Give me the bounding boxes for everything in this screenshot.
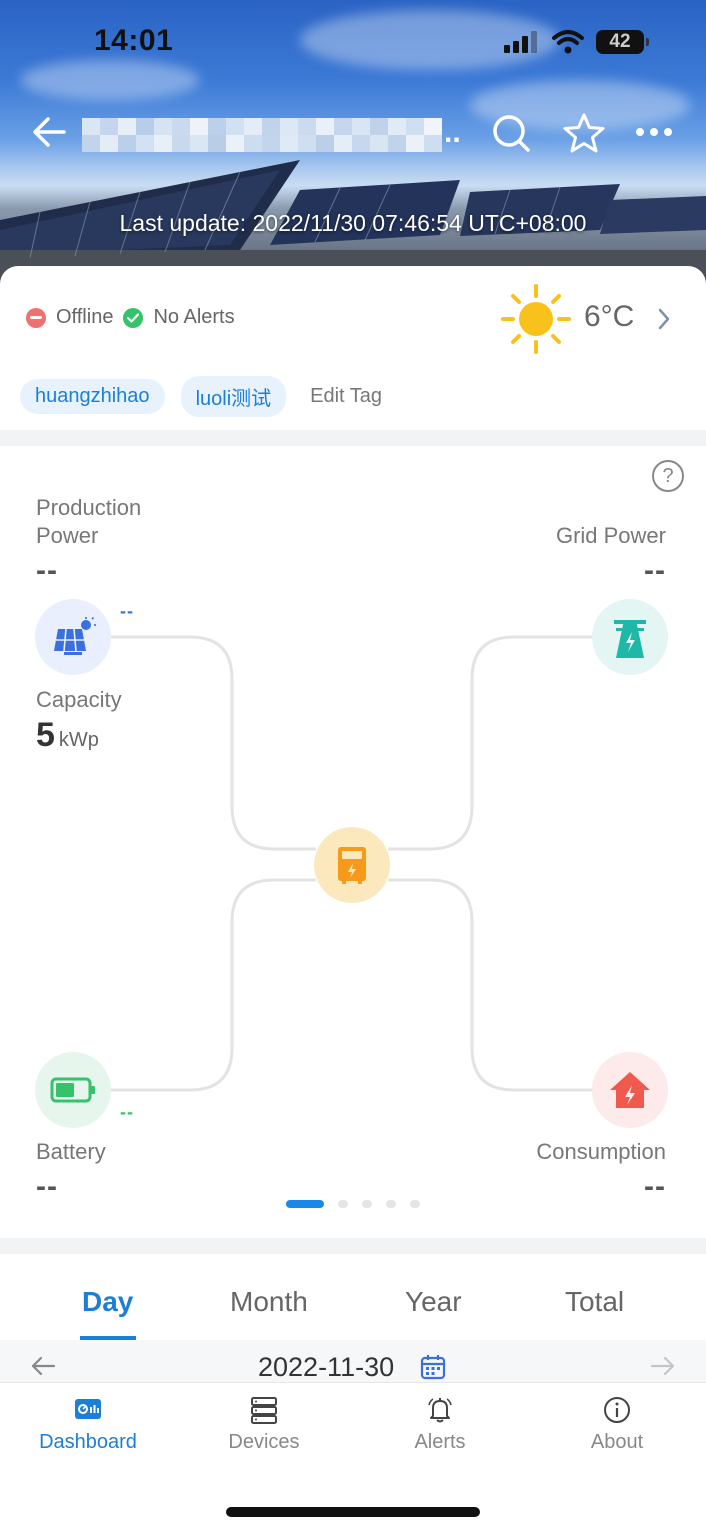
production-power-value: -- bbox=[36, 554, 58, 587]
status-bar: 14:01 42 bbox=[0, 0, 706, 84]
check-icon bbox=[123, 307, 144, 328]
battery-icon bbox=[50, 1077, 95, 1103]
more-icon[interactable] bbox=[634, 114, 674, 150]
status-icons: 42 bbox=[504, 28, 649, 56]
home-indicator[interactable] bbox=[226, 1507, 480, 1517]
consumption-value: -- bbox=[644, 1170, 666, 1203]
header-banner: 14:01 42 .. Last update: 2022/11/30 07:4… bbox=[0, 0, 706, 290]
energy-flow-panel: ? Production Power -- Grid Power -- -- C… bbox=[0, 446, 706, 1238]
previous-date-arrow-icon[interactable] bbox=[30, 1356, 56, 1376]
nav-devices[interactable]: Devices bbox=[176, 1383, 352, 1473]
nav-dashboard-label: Dashboard bbox=[39, 1431, 137, 1453]
tab-year[interactable]: Year bbox=[405, 1286, 462, 1318]
grid-node[interactable] bbox=[592, 599, 668, 675]
battery-value: -- bbox=[36, 1170, 58, 1203]
battery-flow-value: -- bbox=[120, 1102, 134, 1122]
edit-tag-button[interactable]: Edit Tag bbox=[310, 385, 382, 408]
inverter-icon bbox=[338, 847, 366, 884]
last-update-text: Last update: 2022/11/30 07:46:54 UTC+08:… bbox=[119, 210, 587, 236]
bottom-navigation: Dashboard Devices Alerts About bbox=[0, 1382, 706, 1530]
grid-power-value: -- bbox=[644, 554, 666, 587]
star-icon[interactable] bbox=[562, 112, 606, 154]
tab-day[interactable]: Day bbox=[82, 1286, 133, 1318]
date-selector: 2022-11-30 bbox=[0, 1340, 706, 1382]
cellular-signal-icon bbox=[504, 31, 537, 53]
tag-chip[interactable]: huangzhihao bbox=[20, 379, 165, 414]
consumption-node[interactable] bbox=[592, 1052, 668, 1128]
section-divider bbox=[0, 1238, 706, 1254]
capacity-label: Capacity bbox=[36, 687, 122, 712]
temperature: 6°C bbox=[584, 300, 635, 333]
section-divider bbox=[0, 430, 706, 446]
calendar-icon[interactable] bbox=[420, 1354, 446, 1380]
capacity-value: 5 kWp bbox=[36, 716, 99, 754]
home-icon bbox=[610, 1072, 650, 1108]
consumption-label: Consumption bbox=[536, 1139, 666, 1164]
station-title-blurred bbox=[82, 118, 442, 152]
page-indicator[interactable] bbox=[0, 1200, 706, 1208]
page-dot[interactable] bbox=[338, 1200, 348, 1208]
top-nav: .. bbox=[0, 100, 706, 164]
solar-node[interactable] bbox=[35, 599, 111, 675]
next-date-arrow-icon[interactable] bbox=[650, 1356, 676, 1376]
status-row: Offline No Alerts bbox=[26, 306, 235, 329]
battery-label: Battery bbox=[36, 1139, 106, 1164]
tab-total[interactable]: Total bbox=[565, 1286, 624, 1318]
nav-about[interactable]: About bbox=[529, 1383, 705, 1473]
tag-chip[interactable]: luoli测试 bbox=[180, 376, 287, 417]
power-tower-icon bbox=[614, 620, 646, 658]
connection-status: Offline bbox=[56, 306, 114, 328]
battery-indicator: 42 bbox=[596, 30, 649, 54]
page-dot[interactable] bbox=[362, 1200, 372, 1208]
tag-list: huangzhihao luoli测试 Edit Tag bbox=[20, 376, 382, 417]
title-ellipsis: .. bbox=[444, 116, 461, 149]
page-dot[interactable] bbox=[410, 1200, 420, 1208]
production-flow-value: -- bbox=[120, 601, 134, 621]
search-icon[interactable] bbox=[490, 112, 532, 154]
alert-status: No Alerts bbox=[153, 306, 235, 328]
offline-status-icon bbox=[26, 307, 46, 328]
bell-icon bbox=[428, 1398, 452, 1423]
grid-power-label: Grid Power bbox=[555, 523, 666, 548]
status-time: 14:01 bbox=[94, 24, 174, 57]
inverter-node[interactable] bbox=[314, 827, 390, 903]
devices-icon bbox=[251, 1397, 277, 1424]
production-power-label: Production Power bbox=[36, 495, 142, 548]
battery-node[interactable] bbox=[35, 1052, 111, 1128]
tab-month[interactable]: Month bbox=[230, 1286, 308, 1318]
info-icon bbox=[604, 1397, 630, 1423]
nav-about-label: About bbox=[590, 1431, 644, 1453]
dashboard-icon bbox=[75, 1399, 101, 1419]
wifi-icon bbox=[552, 30, 584, 54]
nav-dashboard[interactable]: Dashboard bbox=[0, 1383, 176, 1473]
selected-date[interactable]: 2022-11-30 bbox=[258, 1352, 394, 1382]
solar-panel-icon bbox=[54, 617, 96, 655]
station-info-card: Offline No Alerts 6°C huangzhihao luoli测… bbox=[0, 266, 706, 432]
nav-alerts-label: Alerts bbox=[414, 1431, 466, 1453]
page-dot[interactable] bbox=[286, 1200, 324, 1208]
nav-devices-label: Devices bbox=[228, 1431, 300, 1453]
back-arrow-icon[interactable] bbox=[30, 114, 70, 150]
page-dot[interactable] bbox=[386, 1200, 396, 1208]
nav-alerts[interactable]: Alerts bbox=[352, 1383, 528, 1473]
period-tabs: Day Month Year Total bbox=[0, 1254, 706, 1340]
